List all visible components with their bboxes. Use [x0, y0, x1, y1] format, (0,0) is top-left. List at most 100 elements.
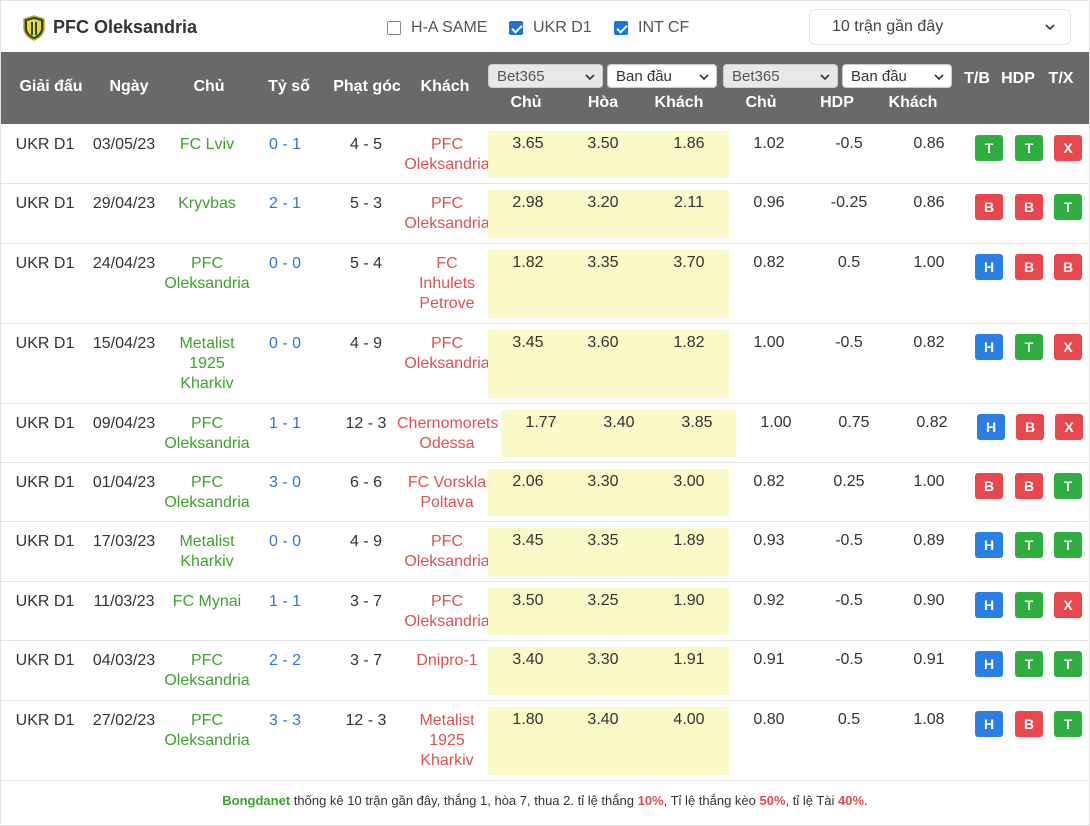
- table-row: UKR D1 09/04/23 PFC Oleksandria 1 - 1 12 - 3 C…: [1, 404, 1089, 463]
- home-team[interactable]: PFC Oleksandria: [153, 473, 261, 513]
- over-under-badge: T: [1054, 651, 1082, 677]
- score-link[interactable]: 3 - 3: [255, 711, 315, 731]
- score-link[interactable]: 1 - 1: [255, 414, 315, 434]
- eu-home-odds: 3.65: [512, 135, 544, 152]
- checkbox-h-a-same[interactable]: [387, 21, 401, 35]
- eu-draw-odds: 3.50: [587, 135, 619, 152]
- ah-home-odds: 1.00: [760, 414, 792, 431]
- away-team[interactable]: FC Vorskla Poltava: [397, 473, 497, 513]
- chevron-down-icon: [1045, 24, 1055, 31]
- over-under-badge: T: [1054, 194, 1082, 220]
- away-team[interactable]: PFC Oleksandria: [397, 532, 497, 572]
- over-under-badge: T: [1054, 473, 1082, 499]
- score-link[interactable]: 1 - 1: [255, 592, 315, 612]
- home-team[interactable]: FC Mynai: [153, 592, 261, 612]
- home-team[interactable]: PFC Oleksandria: [153, 414, 261, 454]
- col-tb: T/B: [964, 70, 990, 87]
- home-team[interactable]: Metalist 1925 Kharkiv: [153, 334, 261, 394]
- score-link[interactable]: 2 - 1: [255, 194, 315, 214]
- score-link[interactable]: 3 - 0: [255, 473, 315, 493]
- handicap-badge: T: [1015, 651, 1043, 677]
- away-team[interactable]: PFC Oleksandria: [397, 592, 497, 632]
- league-cell: UKR D1: [15, 712, 75, 729]
- odds-type-select-1[interactable]: Ban đầu: [607, 64, 717, 88]
- corner-cell: 5 - 4: [349, 255, 382, 272]
- away-team-line: Oleksandria: [404, 613, 490, 630]
- ah-home-odds: 0.82: [753, 473, 785, 490]
- score-link[interactable]: 0 - 0: [255, 334, 315, 354]
- eu-home-odds: 3.50: [512, 592, 544, 609]
- away-team-line: Odessa: [419, 435, 475, 452]
- away-team[interactable]: Dnipro-1: [397, 651, 497, 671]
- score-link[interactable]: 2 - 2: [255, 651, 315, 671]
- away-team[interactable]: FC Inhulets Petrove: [397, 254, 497, 314]
- summary-text: , Tỉ lệ thắng kèo: [663, 793, 760, 808]
- ah-handicap: -0.5: [835, 592, 863, 609]
- ah-handicap: 0.5: [837, 254, 861, 271]
- ah-home-odds: 1.00: [753, 334, 785, 351]
- filter-label: H-A SAME: [411, 19, 488, 36]
- score-link[interactable]: 0 - 1: [255, 135, 315, 155]
- score-link[interactable]: 0 - 0: [255, 532, 315, 552]
- home-team-line: PFC: [191, 255, 223, 272]
- chevron-down-icon: [585, 74, 595, 81]
- home-team[interactable]: PFC Oleksandria: [153, 254, 261, 294]
- summary-text: , tỉ lệ Tài: [785, 793, 839, 808]
- home-team[interactable]: Metalist Kharkiv: [153, 532, 261, 572]
- over-rate: 40%: [838, 793, 865, 808]
- eu-draw-odds: 3.25: [587, 592, 619, 609]
- away-team[interactable]: Metalist 1925 Kharkiv: [397, 711, 497, 771]
- league-cell: UKR D1: [15, 415, 75, 432]
- home-team-line: 1925: [189, 355, 225, 372]
- away-team[interactable]: PFC Oleksandria: [397, 135, 497, 175]
- home-team-line: PFC: [191, 415, 223, 432]
- filter-ukr-d1[interactable]: UKR D1: [509, 19, 592, 37]
- home-team-line: Kryvbas: [178, 195, 236, 212]
- col-corner: Phạt góc: [333, 78, 401, 95]
- result-badge: H: [975, 711, 1003, 737]
- ah-away-odds: 0.91: [913, 651, 945, 668]
- handicap-badge: T: [1015, 135, 1043, 161]
- eu-home-odds: 1.82: [512, 254, 544, 271]
- table-row: UKR D1 15/04/23 Metalist 1925 Kharkiv 0 - 0 4 …: [1, 324, 1089, 404]
- table-row: UKR D1 11/03/23 FC Mynai 1 - 1 3 - 7 PFC Oleks…: [1, 582, 1089, 641]
- result-badge: H: [977, 414, 1005, 440]
- ah-away-odds: 1.08: [913, 711, 945, 728]
- team-history-widget: PFC Oleksandria H-A SAME UKR D1 INT CF 1…: [0, 0, 1090, 826]
- odds-type-select-2[interactable]: Ban đầu: [842, 64, 952, 88]
- bookmaker-select-2[interactable]: Bet365: [723, 64, 838, 88]
- home-team[interactable]: PFC Oleksandria: [153, 711, 261, 751]
- away-team[interactable]: PFC Oleksandria: [397, 194, 497, 234]
- home-team[interactable]: Kryvbas: [153, 194, 261, 214]
- over-under-badge: X: [1055, 414, 1083, 440]
- away-team-line: PFC: [431, 533, 463, 550]
- top-bar: PFC Oleksandria H-A SAME UKR D1 INT CF 1…: [1, 1, 1089, 52]
- club-logo-icon: [23, 15, 45, 41]
- bookmaker-value: Bet365: [732, 67, 780, 85]
- eu-draw-odds: 3.35: [587, 532, 619, 549]
- away-team[interactable]: Chernomorets Odessa: [397, 414, 499, 454]
- score-link[interactable]: 0 - 0: [255, 254, 315, 274]
- away-team-line: PFC: [431, 593, 463, 610]
- away-team[interactable]: PFC Oleksandria: [397, 334, 497, 374]
- filter-h-a-same[interactable]: H-A SAME: [387, 19, 487, 37]
- away-team-line: Inhulets: [418, 275, 476, 292]
- match-range-select[interactable]: 10 trận gần đây: [809, 9, 1071, 45]
- home-team-line: Oleksandria: [164, 275, 250, 292]
- home-team[interactable]: PFC Oleksandria: [153, 651, 261, 691]
- checkbox-int-cf[interactable]: [614, 21, 628, 35]
- bookmaker-select-1[interactable]: Bet365: [488, 64, 603, 88]
- eu-draw-odds: 3.60: [587, 334, 619, 351]
- away-team-line: 1925: [429, 732, 465, 749]
- league-cell: UKR D1: [15, 335, 75, 352]
- result-badge: B: [975, 473, 1003, 499]
- league-cell: UKR D1: [15, 474, 75, 491]
- filter-int-cf[interactable]: INT CF: [614, 19, 689, 37]
- home-team[interactable]: FC Lviv: [153, 135, 261, 155]
- checkbox-ukr-d1[interactable]: [509, 21, 523, 35]
- date-cell: 24/04/23: [92, 255, 156, 272]
- result-badge: H: [975, 334, 1003, 360]
- eu-away-odds: 1.91: [673, 651, 705, 668]
- away-team-line: Chernomorets: [397, 415, 499, 432]
- corner-cell: 5 - 3: [349, 195, 382, 212]
